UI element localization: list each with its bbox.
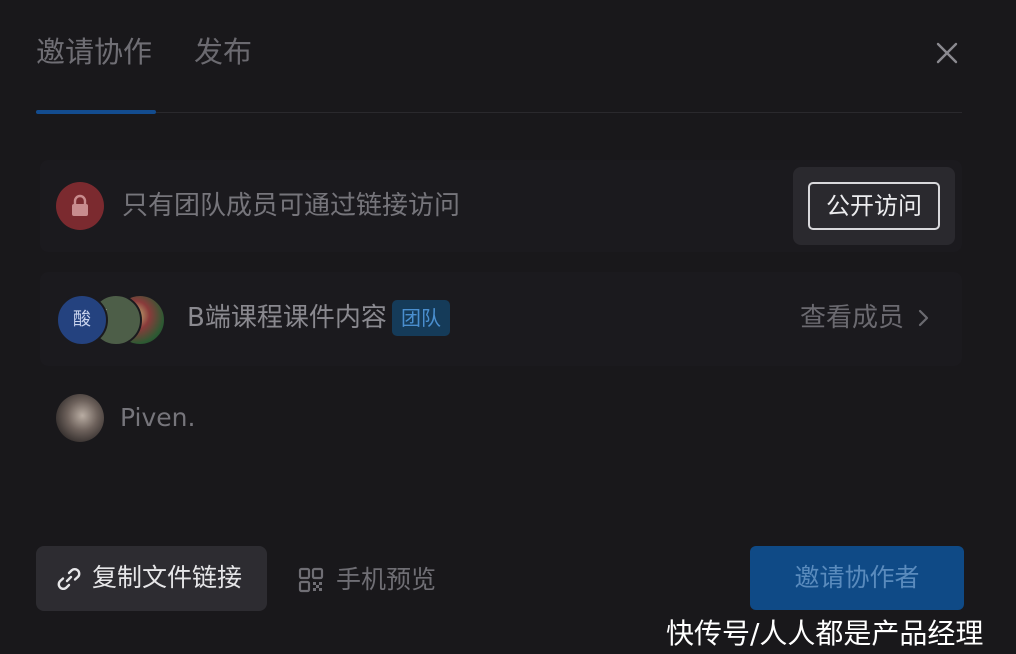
copy-link-button[interactable]: 复制文件链接 (36, 546, 267, 611)
active-tab-indicator (36, 110, 156, 114)
view-members-link[interactable]: 查看成员 (800, 300, 904, 336)
link-access-text: 只有团队成员可通过链接访问 (122, 191, 461, 221)
invite-collaborator-button[interactable]: 邀请协作者 (750, 546, 964, 610)
public-access-button[interactable]: 公开访问 (808, 182, 940, 230)
tab-bar: 邀请协作 发布 (36, 28, 252, 76)
team-avatars: Y 酸 (56, 294, 166, 346)
link-access-row: 只有团队成员可通过链接访问 公开访问 (40, 160, 962, 252)
watermark: 快传号/人人都是产品经理 (666, 617, 984, 650)
avatar (56, 394, 104, 442)
avatar: 酸 (56, 294, 108, 346)
mobile-preview-label: 手机预览 (336, 565, 437, 594)
team-row[interactable]: Y 酸 B端课程课件内容 团队 查看成员 (40, 272, 962, 366)
qr-code-icon (298, 567, 324, 593)
team-badge: 团队 (392, 300, 450, 336)
tab-divider (36, 112, 962, 113)
close-icon (936, 42, 958, 64)
team-name: B端课程课件内容 (187, 303, 387, 333)
share-dialog: 邀请协作 发布 只有团队成员可通过链接访问 公开访问 Y 酸 B端课程课件内容 (0, 0, 1016, 654)
tab-publish[interactable]: 发布 (194, 28, 252, 76)
link-icon (57, 567, 81, 591)
copy-link-label: 复制文件链接 (92, 563, 243, 592)
public-access-wrapper: 公开访问 (793, 167, 955, 245)
lock-icon (56, 182, 104, 230)
close-button[interactable] (930, 36, 964, 70)
user-name: Piven. (120, 403, 196, 432)
tab-invite-collaborate[interactable]: 邀请协作 (36, 28, 152, 76)
chevron-right-icon[interactable] (916, 308, 932, 328)
